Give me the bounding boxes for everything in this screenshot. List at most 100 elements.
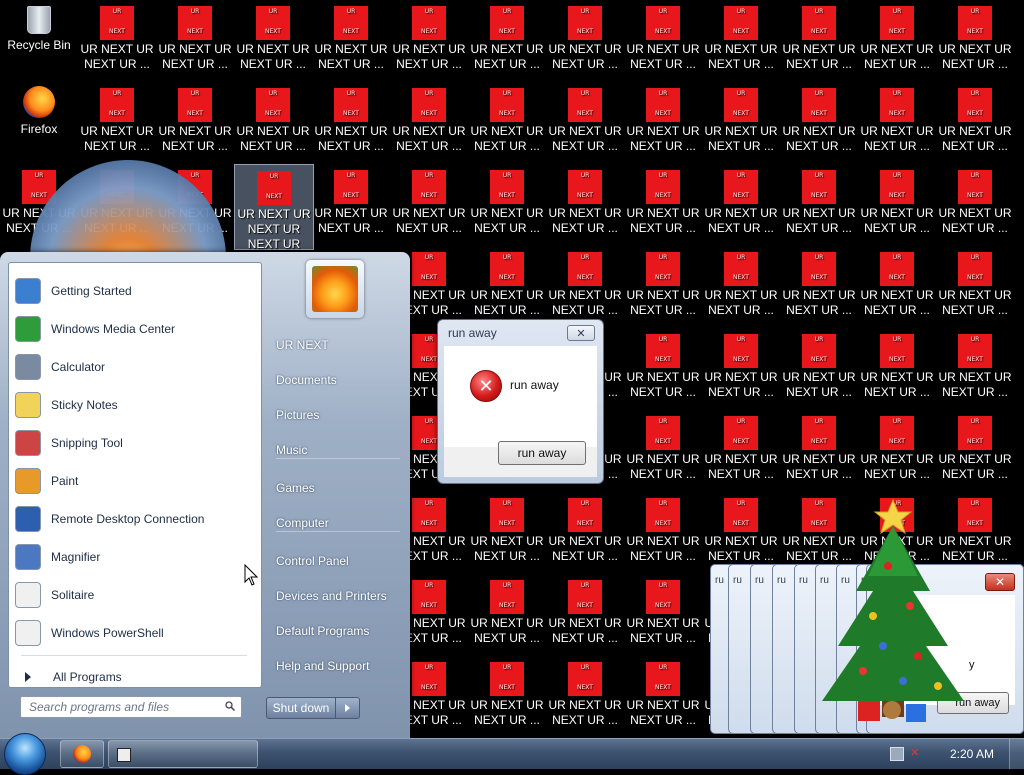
desktop-shortcut[interactable]: UR NEXT UR NEXT URNEXT UR ... [390, 0, 468, 80]
desktop-shortcut[interactable]: UR NEXT UR NEXT URNEXT UR ... [624, 574, 702, 654]
desktop-shortcut[interactable]: UR NEXT UR NEXT URNEXT UR ... [546, 656, 624, 736]
desktop-shortcut[interactable]: UR NEXT UR NEXT URNEXT UR ... [858, 246, 936, 326]
desktop-shortcut[interactable]: UR NEXT UR NEXT URNEXT UR ... [234, 82, 312, 162]
desktop-shortcut[interactable]: UR NEXT UR NEXT URNEXT UR ... [312, 82, 390, 162]
desktop-shortcut[interactable]: UR NEXT UR NEXT URNEXT UR ... [624, 410, 702, 490]
start-item-windows-media-center[interactable]: Windows Media Center [13, 311, 257, 347]
desktop-shortcut[interactable]: UR NEXT UR NEXT URNEXT UR ... [936, 164, 1014, 244]
start-item-sticky-notes[interactable]: Sticky Notes [13, 387, 257, 423]
start-right-item-control-panel[interactable]: Control Panel [270, 546, 400, 576]
desktop-shortcut[interactable]: UR NEXT UR NEXT URNEXT UR ... [468, 492, 546, 572]
start-right-item-help-and-support[interactable]: Help and Support [270, 651, 400, 681]
desktop-shortcut[interactable]: UR NEXT UR NEXT URNEXT UR ... [780, 82, 858, 162]
desktop-shortcut[interactable]: UR NEXT UR NEXT URNEXT UR ... [858, 164, 936, 244]
desktop-shortcut[interactable]: UR NEXT UR NEXT URNEXT UR ... [390, 82, 468, 162]
desktop-shortcut[interactable]: UR NEXT UR NEXT URNEXT UR ... [780, 246, 858, 326]
desktop-shortcut[interactable]: UR NEXT UR NEXT URNEXT UR ... [624, 492, 702, 572]
desktop-shortcut[interactable]: UR NEXT UR NEXT URNEXT UR ... [780, 328, 858, 408]
desktop-shortcut[interactable]: UR NEXT UR NEXT URNEXT UR ... [936, 410, 1014, 490]
desktop-shortcut[interactable]: UR NEXT UR NEXT URNEXT UR ... [780, 0, 858, 80]
desktop-shortcut[interactable]: UR NEXT UR NEXT URNEXT UR ... [468, 656, 546, 736]
network-icon[interactable] [890, 747, 904, 761]
start-orb-icon[interactable] [4, 733, 46, 775]
desktop-shortcut[interactable]: UR NEXT UR NEXT URNEXT UR ... [780, 410, 858, 490]
start-right-item-documents[interactable]: Documents [270, 365, 400, 395]
desktop-shortcut[interactable]: UR NEXT UR NEXT URNEXT UR ... [624, 164, 702, 244]
desktop-shortcut[interactable]: UR NEXT UR NEXT URNEXT UR ... [624, 656, 702, 736]
clock[interactable]: 2:20 AM [950, 747, 994, 761]
desktop-shortcut[interactable]: UR NEXT UR NEXT URNEXT UR ... [702, 328, 780, 408]
dialog-close-button[interactable]: ✕ [567, 325, 595, 341]
start-item-solitaire[interactable]: Solitaire [13, 577, 257, 613]
desktop-shortcut[interactable]: UR NEXT UR NEXT URNEXT UR ... [936, 0, 1014, 80]
desktop-shortcut[interactable]: UR NEXT UR NEXT URNEXT UR ... [78, 82, 156, 162]
taskbar-firefox-button[interactable] [60, 740, 104, 768]
start-item-remote-desktop-connection[interactable]: Remote Desktop Connection [13, 501, 257, 537]
desktop-shortcut[interactable]: UR NEXT UR NEXT URNEXT UR ... [468, 574, 546, 654]
desktop-shortcut[interactable]: UR NEXT UR NEXT URNEXT UR ... [546, 574, 624, 654]
desktop-shortcut[interactable]: UR NEXT UR NEXT URNEXT UR ... [858, 0, 936, 80]
start-item-getting-started[interactable]: Getting Started [13, 273, 257, 309]
start-right-item-default-programs[interactable]: Default Programs [270, 616, 400, 646]
icon-text-bottom: NEXT [421, 520, 437, 527]
desktop-shortcut[interactable]: UR NEXT UR NEXT URNEXT UR ... [936, 328, 1014, 408]
show-desktop-button[interactable] [1009, 739, 1024, 769]
start-right-item-ur-next[interactable]: UR NEXT [270, 330, 400, 360]
desktop-shortcut[interactable]: UR NEXT UR NEXT URNEXT UR ... [234, 0, 312, 80]
start-right-item-music[interactable]: Music [270, 435, 400, 465]
desktop-shortcut[interactable]: UR NEXT UR NEXT URNEXT UR ... [390, 164, 468, 244]
shortcut-selected[interactable]: UR NEXT UR NEXT UR NEXT UR NEXT UR [234, 164, 314, 251]
start-right-item-pictures[interactable]: Pictures [270, 400, 400, 430]
desktop-shortcut[interactable]: UR NEXT UR NEXT URNEXT UR ... [702, 492, 780, 572]
desktop-shortcut[interactable]: UR NEXT UR NEXT URNEXT UR ... [468, 164, 546, 244]
desktop-shortcut[interactable]: UR NEXT UR NEXT URNEXT UR ... [936, 82, 1014, 162]
desktop-shortcut[interactable]: UR NEXT UR NEXT URNEXT UR ... [546, 164, 624, 244]
user-picture[interactable] [306, 260, 364, 318]
desktop-shortcut[interactable]: UR NEXT UR NEXT URNEXT UR ... [546, 0, 624, 80]
taskbar-app-button[interactable] [108, 740, 258, 768]
search-input[interactable]: Search programs and files [20, 696, 242, 718]
desktop-icon-firefox[interactable]: Firefox [0, 82, 78, 162]
volume-muted-icon[interactable]: ✕ [910, 747, 922, 759]
desktop-shortcut[interactable]: UR NEXT UR NEXT URNEXT UR ... [624, 246, 702, 326]
desktop-shortcut[interactable]: UR NEXT UR NEXT URNEXT UR ... [702, 410, 780, 490]
desktop-shortcut[interactable]: UR NEXT UR NEXT URNEXT UR ... [858, 82, 936, 162]
all-programs-button[interactable]: All Programs [13, 665, 253, 689]
desktop-shortcut[interactable]: UR NEXT UR NEXT URNEXT UR ... [702, 0, 780, 80]
start-item-magnifier[interactable]: Magnifier [13, 539, 257, 575]
desktop-shortcut[interactable]: UR NEXT UR NEXT URNEXT UR ... [312, 164, 390, 244]
desktop-shortcut[interactable]: UR NEXT UR NEXT URNEXT UR ... [468, 0, 546, 80]
desktop-shortcut[interactable]: UR NEXT UR NEXT URNEXT UR ... [546, 82, 624, 162]
desktop-shortcut[interactable]: UR NEXT UR NEXT URNEXT UR ... [780, 164, 858, 244]
desktop-shortcut[interactable]: UR NEXT UR NEXT URNEXT UR ... [858, 328, 936, 408]
dialog-run-away-button[interactable]: run away [498, 441, 586, 465]
desktop-shortcut[interactable]: UR NEXT UR NEXT URNEXT UR ... [624, 82, 702, 162]
desktop-shortcut[interactable]: UR NEXT UR NEXT URNEXT UR ... [156, 0, 234, 80]
shutdown-options-button[interactable] [336, 697, 360, 719]
start-item-snipping-tool[interactable]: Snipping Tool [13, 425, 257, 461]
start-right-item-devices-and-printers[interactable]: Devices and Printers [270, 581, 400, 611]
front-dialog-close-button[interactable]: ✕ [985, 573, 1015, 591]
desktop-shortcut[interactable]: UR NEXT UR NEXT URNEXT UR ... [78, 0, 156, 80]
desktop-shortcut[interactable]: UR NEXT UR NEXT URNEXT UR ... [624, 0, 702, 80]
run-away-dialog[interactable]: run away ✕ ✕ run away run away [437, 319, 604, 484]
desktop-shortcut[interactable]: UR NEXT UR NEXT URNEXT UR ... [468, 246, 546, 326]
shutdown-button[interactable]: Shut down [266, 697, 336, 719]
desktop-shortcut[interactable]: UR NEXT UR NEXT URNEXT UR ... [624, 328, 702, 408]
desktop-shortcut[interactable]: UR NEXT UR NEXT URNEXT UR ... [702, 164, 780, 244]
desktop-shortcut[interactable]: UR NEXT UR NEXT URNEXT UR ... [546, 492, 624, 572]
desktop-shortcut[interactable]: UR NEXT UR NEXT URNEXT UR ... [156, 82, 234, 162]
desktop-shortcut[interactable]: UR NEXT UR NEXT URNEXT UR ... [936, 246, 1014, 326]
start-item-paint[interactable]: Paint [13, 463, 257, 499]
desktop-shortcut[interactable]: UR NEXT UR NEXT URNEXT UR ... [702, 82, 780, 162]
desktop-shortcut[interactable]: UR NEXT UR NEXT URNEXT UR ... [468, 82, 546, 162]
start-right-item-computer[interactable]: Computer [270, 508, 400, 538]
start-right-item-games[interactable]: Games [270, 473, 400, 503]
desktop-shortcut[interactable]: UR NEXT UR NEXT URNEXT UR ... [312, 0, 390, 80]
start-item-windows-powershell[interactable]: Windows PowerShell [13, 615, 257, 651]
desktop-shortcut[interactable]: UR NEXT UR NEXT URNEXT UR ... [546, 246, 624, 326]
start-item-calculator[interactable]: Calculator [13, 349, 257, 385]
desktop-icon-recycle-bin[interactable]: Recycle Bin [0, 0, 78, 80]
desktop-shortcut[interactable]: UR NEXT UR NEXT URNEXT UR ... [858, 410, 936, 490]
desktop-shortcut[interactable]: UR NEXT UR NEXT URNEXT UR ... [702, 246, 780, 326]
